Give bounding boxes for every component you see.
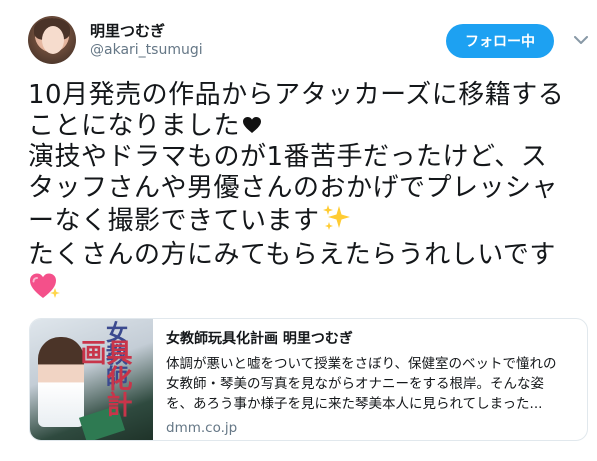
card-thumbnail: 女教師 具化計画 bbox=[30, 319, 153, 440]
thumbnail-title-2: 具化計画 bbox=[76, 339, 132, 417]
tweet-line-7 bbox=[28, 271, 588, 309]
sparkling-heart-icon bbox=[28, 271, 62, 309]
black-heart-icon bbox=[242, 111, 262, 142]
sparkles-icon bbox=[322, 204, 352, 240]
tweet-line-5-text: ーなく撮影できています bbox=[28, 206, 320, 236]
card-description-line-3: を、あろう事か様子を見に来た琴美本人に見られてしまった... bbox=[166, 396, 543, 412]
tweet-line-2-text: ことになりました bbox=[28, 111, 241, 141]
tweet-text: 10月発売の作品からアタッカーズに移籍する ことになりました 演技やドラマものが… bbox=[28, 80, 588, 309]
card-body: 女教師玩具化計画 明里つむぎ 体調が悪いと嘘をついて授業をさぼり、保健室のベット… bbox=[166, 331, 576, 436]
avatar[interactable] bbox=[28, 16, 76, 64]
tweet-line-1: 10月発売の作品からアタッカーズに移籍する bbox=[28, 80, 565, 110]
avatar-face bbox=[42, 26, 64, 54]
following-button[interactable]: フォロー中 bbox=[446, 24, 554, 58]
card-description-line-2: 女教師・琴美の写真を見ながらオナニーをする根岸。そんな姿 bbox=[166, 376, 544, 392]
tweet-line-2: ことになりました bbox=[28, 111, 588, 142]
user-handle[interactable]: @akari_tsumugi bbox=[90, 42, 203, 58]
tweet: 明里つむぎ @akari_tsumugi フォロー中 10月発売の作品からアタッ… bbox=[0, 0, 597, 461]
card-title: 女教師玩具化計画 明里つむぎ bbox=[166, 331, 353, 347]
tweet-line-6: たくさんの方にみてもらえたらうれしいです bbox=[28, 240, 556, 270]
tweet-line-5: ーなく撮影できています bbox=[28, 204, 588, 240]
card-domain: dmm.co.jp bbox=[166, 420, 238, 436]
chevron-down-icon[interactable] bbox=[571, 30, 591, 50]
tweet-line-3: 演技やドラマものが1番苦手だったけど、ス bbox=[28, 142, 548, 172]
display-name[interactable]: 明里つむぎ bbox=[90, 20, 165, 41]
tweet-line-4: タッフさんや男優さんのおかげでプレッシャ bbox=[28, 173, 559, 203]
tweet-header: 明里つむぎ @akari_tsumugi フォロー中 bbox=[28, 16, 588, 68]
link-card[interactable]: 女教師 具化計画 女教師玩具化計画 明里つむぎ 体調が悪いと嘘をついて授業をさぼ… bbox=[29, 318, 588, 441]
card-description: 体調が悪いと嘘をついて授業をさぼり、保健室のベットで憧れの 女教師・琴美の写真を… bbox=[166, 354, 576, 414]
card-description-line-1: 体調が悪いと嘘をついて授業をさぼり、保健室のベットで憧れの bbox=[166, 356, 557, 372]
